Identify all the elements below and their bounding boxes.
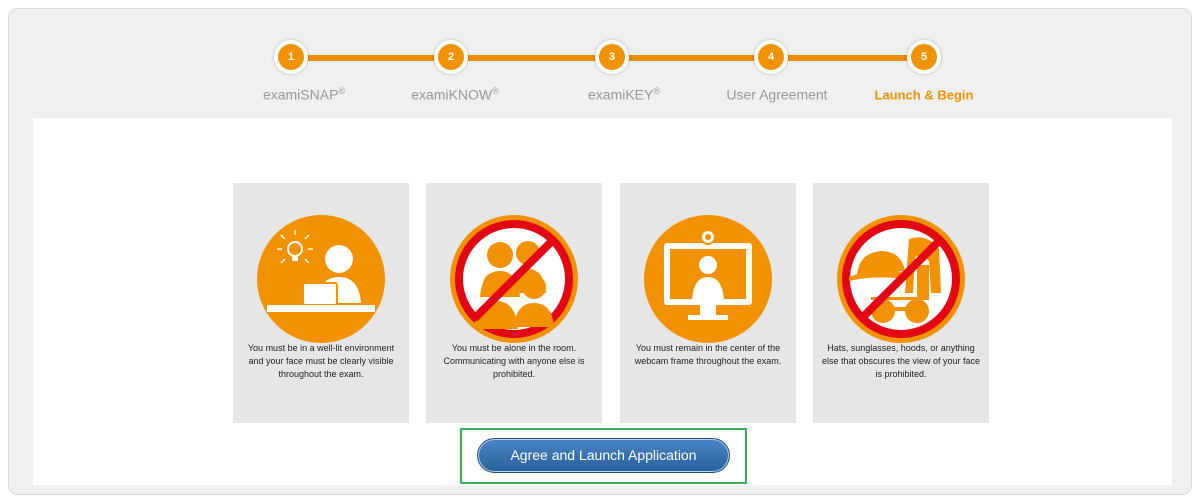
requirement-text-face-coverings: Hats, sunglasses, hoods, or anything els… xyxy=(821,343,981,379)
requirement-card-face-coverings: Hats, sunglasses, hoods, or anything els… xyxy=(813,183,989,423)
agree-and-launch-button[interactable]: Agree and Launch Application xyxy=(477,438,730,473)
step-2-label: examiKNOW® xyxy=(375,86,535,103)
step-2-number: 2 xyxy=(438,44,464,70)
step-5-label: Launch & Begin xyxy=(844,86,1004,102)
step-5-number: 5 xyxy=(911,44,937,70)
step-5-label-text: Launch & Begin xyxy=(874,87,974,103)
requirement-text-lighting: You must be in a well-lit environment an… xyxy=(247,343,395,379)
step-4-marker: 4 xyxy=(754,40,788,74)
step-1-registered-mark: ® xyxy=(338,86,346,96)
step-4-number: 4 xyxy=(758,44,784,70)
progress-stepper: 1 2 3 4 5 examiSNAP® examiKNOW® examiKEY… xyxy=(0,0,1200,112)
centered-in-webcam-icon xyxy=(644,215,772,343)
step-3-label-text: examiKEY xyxy=(588,86,654,103)
no-hats-sunglasses-hoods-icon xyxy=(837,215,965,343)
requirement-card-alone: You must be alone in the room. Communica… xyxy=(426,183,602,423)
step-3-number: 3 xyxy=(599,44,625,70)
requirement-card-webcam: You must remain in the center of the web… xyxy=(620,183,796,423)
step-1-number: 1 xyxy=(278,44,304,70)
step-2-label-text: examiKNOW xyxy=(411,86,493,103)
no-other-people-icon xyxy=(450,215,578,343)
step-2-marker: 2 xyxy=(434,40,468,74)
requirement-card-lighting: You must be in a well-lit environment an… xyxy=(233,183,409,423)
step-4-label: User Agreement xyxy=(697,86,857,103)
step-2-registered-mark: ® xyxy=(492,86,499,96)
step-3-label: examiKEY® xyxy=(544,86,704,103)
requirement-text-alone: You must be alone in the room. Communica… xyxy=(443,343,585,379)
step-1-label: examiSNAP® xyxy=(224,86,384,103)
step-3-marker: 3 xyxy=(595,40,629,74)
step-1-label-text: examiSNAP xyxy=(262,86,339,103)
step-5-marker: 5 xyxy=(907,40,941,74)
step-1-marker: 1 xyxy=(274,40,308,74)
step-4-label-text: User Agreement xyxy=(726,86,828,103)
requirement-text-webcam: You must remain in the center of the web… xyxy=(634,343,782,366)
step-3-registered-mark: ® xyxy=(653,86,660,96)
well-lit-person-laptop-icon xyxy=(257,215,385,343)
